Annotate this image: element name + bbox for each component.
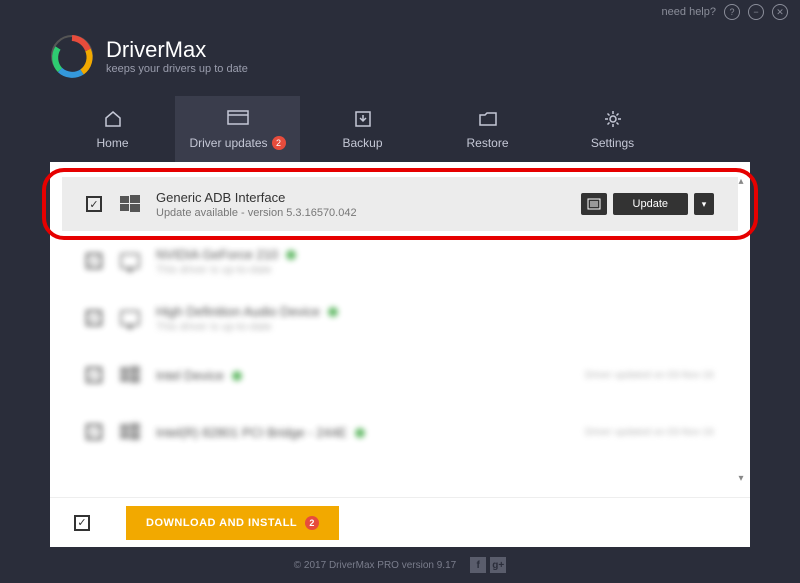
- app-title: DriverMax: [106, 37, 248, 63]
- driver-row[interactable]: Intel Device Driver updated on 03-Nov-16: [62, 348, 738, 402]
- tab-backup[interactable]: Backup: [300, 96, 425, 162]
- driver-title: Intel(R) 82801 PCI Bridge - 244E: [156, 425, 585, 440]
- main-tabs: Home Driver updates2 Backup Restore Sett…: [0, 96, 800, 162]
- scrollbar[interactable]: ▴ ▾: [734, 174, 748, 485]
- download-label: DOWNLOAD AND INSTALL: [146, 517, 297, 529]
- window-controls: need help? ? − ✕: [0, 0, 800, 24]
- app-header: DriverMax keeps your drivers up to date: [0, 24, 800, 96]
- windows-icon: [120, 422, 140, 442]
- backup-icon: [352, 108, 374, 130]
- driver-info: Intel Device: [156, 368, 585, 383]
- home-icon: [102, 108, 124, 130]
- select-all-checkbox[interactable]: [74, 515, 90, 531]
- checkbox[interactable]: [86, 310, 102, 326]
- help-link[interactable]: need help?: [662, 6, 716, 18]
- driver-info: Intel(R) 82801 PCI Bridge - 244E: [156, 425, 585, 440]
- driver-title: NVIDIA GeForce 210: [156, 247, 714, 262]
- updates-icon: [227, 108, 249, 130]
- tab-label: Home: [96, 136, 128, 150]
- social-links: f g+: [470, 557, 506, 573]
- copyright: © 2017 DriverMax PRO version 9.17: [294, 560, 456, 571]
- monitor-icon: [120, 310, 140, 326]
- tab-settings[interactable]: Settings: [550, 96, 675, 162]
- driver-title: Intel Device: [156, 368, 585, 383]
- windows-icon: [120, 365, 140, 385]
- download-install-button[interactable]: DOWNLOAD AND INSTALL 2: [126, 506, 339, 540]
- driver-date: Driver updated on 03-Nov-16: [585, 427, 714, 438]
- scroll-down-icon[interactable]: ▾: [734, 471, 748, 485]
- driver-row-featured[interactable]: Generic ADB Interface Update available -…: [62, 177, 738, 231]
- tab-home[interactable]: Home: [50, 96, 175, 162]
- checkbox[interactable]: [86, 367, 102, 383]
- driver-list: Generic ADB Interface Update available -…: [50, 162, 750, 497]
- app-logo-icon: [50, 34, 94, 78]
- tab-label: Backup: [342, 136, 382, 150]
- close-icon[interactable]: ✕: [772, 4, 788, 20]
- minimize-icon[interactable]: −: [748, 4, 764, 20]
- status-dot-icon: [232, 371, 242, 381]
- row-actions: Update ▾: [581, 193, 714, 215]
- tab-label: Driver updates2: [189, 136, 285, 150]
- status-dot-icon: [355, 428, 365, 438]
- details-button[interactable]: [581, 193, 607, 215]
- checkbox[interactable]: [86, 424, 102, 440]
- driver-row[interactable]: High Definition Audio Device This driver…: [62, 291, 738, 345]
- checkbox[interactable]: [86, 253, 102, 269]
- google-plus-icon[interactable]: g+: [490, 557, 506, 573]
- driver-row[interactable]: Intel(R) 82801 PCI Bridge - 244E Driver …: [62, 405, 738, 459]
- restore-icon: [477, 108, 499, 130]
- driver-subtitle: This driver is up-to-date: [156, 321, 714, 333]
- updates-badge: 2: [272, 136, 286, 150]
- checkbox[interactable]: [86, 196, 102, 212]
- action-bar: DOWNLOAD AND INSTALL 2: [50, 497, 750, 547]
- update-dropdown-button[interactable]: ▾: [694, 193, 714, 215]
- driver-date: Driver updated on 03-Nov-16: [585, 370, 714, 381]
- driver-info: Generic ADB Interface Update available -…: [156, 190, 581, 219]
- tab-label: Restore: [466, 136, 508, 150]
- tab-driver-updates[interactable]: Driver updates2: [175, 96, 300, 162]
- gear-icon: [602, 108, 624, 130]
- scroll-up-icon[interactable]: ▴: [734, 174, 748, 188]
- driver-title: Generic ADB Interface: [156, 190, 581, 205]
- driver-title: High Definition Audio Device: [156, 304, 714, 319]
- tab-label: Settings: [591, 136, 634, 150]
- facebook-icon[interactable]: f: [470, 557, 486, 573]
- windows-icon: [120, 194, 140, 214]
- driver-subtitle: Update available - version 5.3.16570.042: [156, 207, 581, 219]
- driver-row[interactable]: NVIDIA GeForce 210 This driver is up-to-…: [62, 234, 738, 288]
- driver-info: NVIDIA GeForce 210 This driver is up-to-…: [156, 247, 714, 276]
- app-tagline: keeps your drivers up to date: [106, 63, 248, 75]
- monitor-icon: [120, 253, 140, 269]
- update-button[interactable]: Update: [613, 193, 688, 215]
- brand-text: DriverMax keeps your drivers up to date: [106, 37, 248, 75]
- driver-subtitle: This driver is up-to-date: [156, 264, 714, 276]
- driver-info: High Definition Audio Device This driver…: [156, 304, 714, 333]
- footer: © 2017 DriverMax PRO version 9.17 f g+: [0, 547, 800, 583]
- help-icon[interactable]: ?: [724, 4, 740, 20]
- status-dot-icon: [328, 307, 338, 317]
- download-badge: 2: [305, 516, 319, 530]
- status-dot-icon: [286, 250, 296, 260]
- tab-restore[interactable]: Restore: [425, 96, 550, 162]
